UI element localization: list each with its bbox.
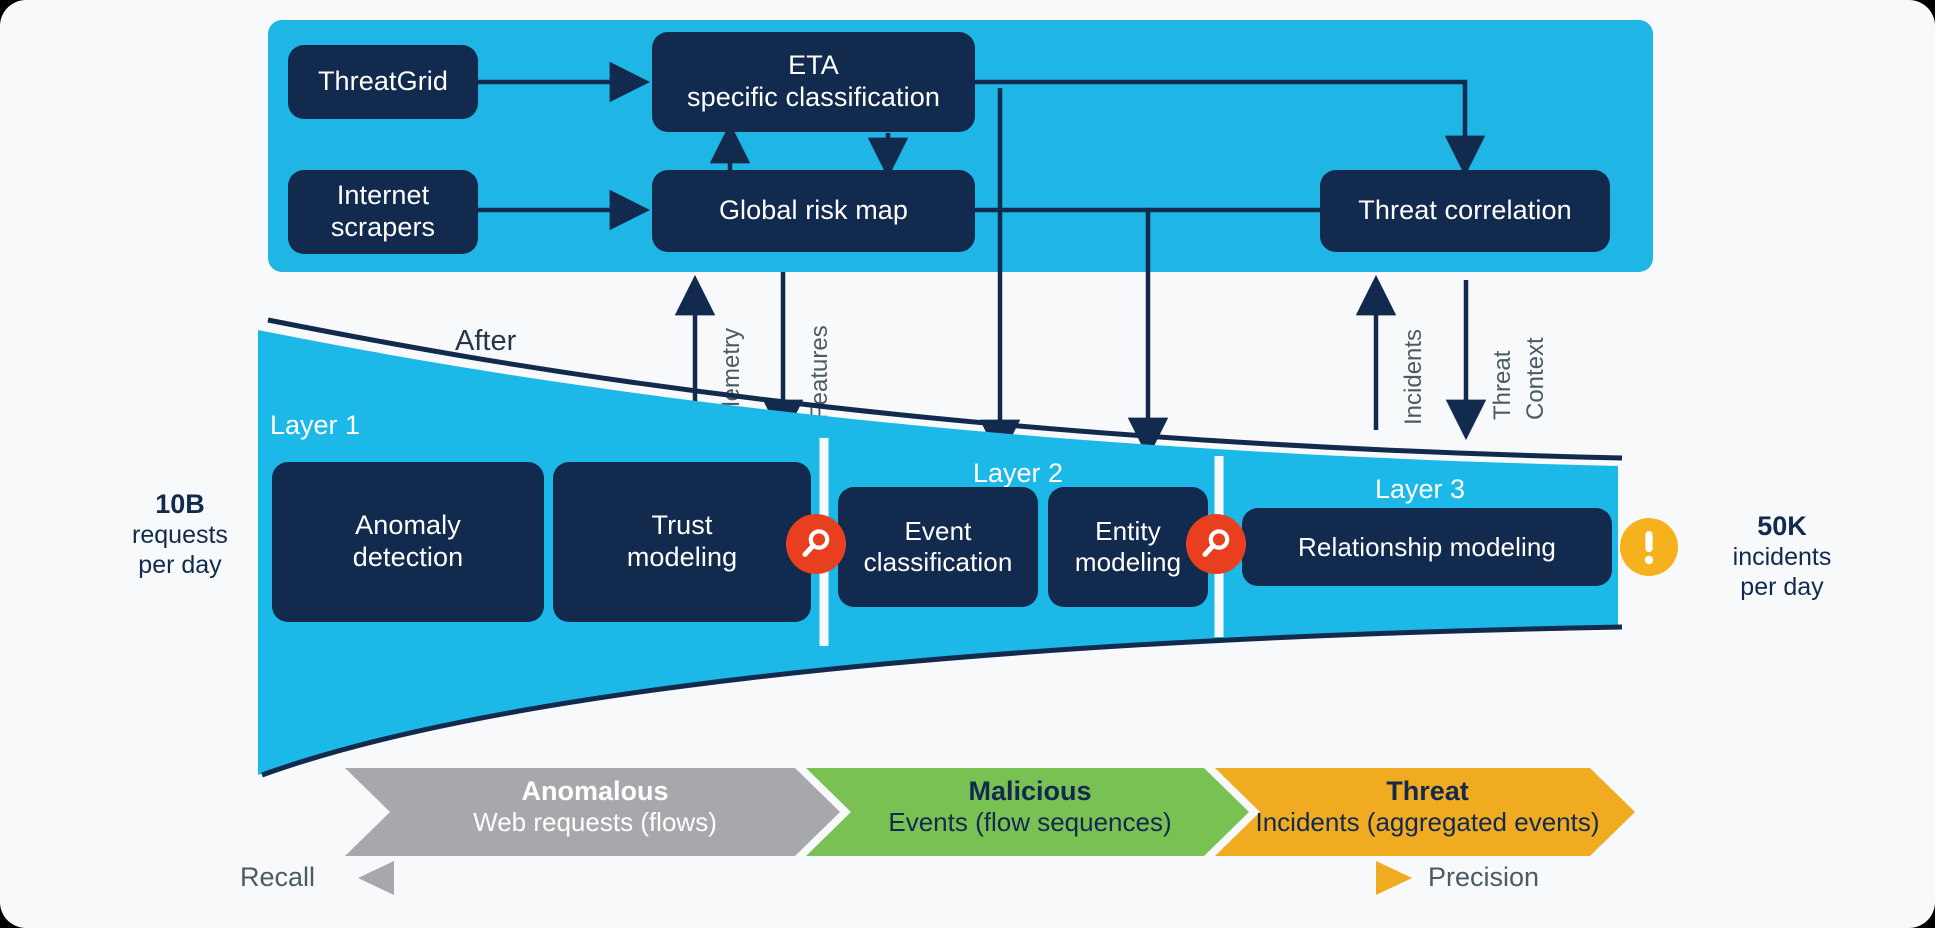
metric-right-line1: incidents bbox=[1732, 543, 1832, 572]
node-threat-correlation[interactable]: Threat correlation bbox=[1320, 170, 1610, 252]
chevron-subtitle-anomalous: Web requests (flows) bbox=[473, 807, 717, 838]
axis-label-precision: Precision bbox=[1428, 862, 1540, 892]
chevron-subtitle-malicious: Events (flow sequences) bbox=[888, 807, 1172, 838]
label-after: After bbox=[455, 325, 517, 357]
node-threat-correlation-label: Threat correlation bbox=[1358, 195, 1572, 226]
chevron-label-anomalous: Anomalous Web requests (flows) bbox=[390, 775, 800, 839]
metric-left: 10B requests per day bbox=[95, 488, 265, 580]
metric-right-line2: per day bbox=[1740, 573, 1824, 602]
box-entity-modeling[interactable]: Entity modeling bbox=[1048, 487, 1208, 607]
node-global-risk-map[interactable]: Global risk map bbox=[652, 170, 975, 252]
metric-right-value: 50K bbox=[1757, 511, 1807, 541]
node-eta-classification-label: ETA specific classification bbox=[687, 50, 940, 112]
box-anomaly-detection-label: Anomaly detection bbox=[352, 510, 464, 572]
box-trust-modeling[interactable]: Trust modeling bbox=[553, 462, 811, 622]
node-threatgrid-label: ThreatGrid bbox=[317, 66, 449, 97]
warning-icon bbox=[1620, 518, 1678, 576]
label-threat-context-2: Context bbox=[1522, 337, 1549, 420]
label-threat-context: Threat bbox=[1489, 350, 1516, 420]
magnifier-icon-2[interactable] bbox=[1186, 514, 1246, 574]
node-threatgrid[interactable]: ThreatGrid bbox=[288, 45, 478, 119]
node-global-risk-map-label: Global risk map bbox=[718, 195, 909, 226]
node-eta-classification[interactable]: ETA specific classification bbox=[652, 32, 975, 132]
chevron-title-anomalous: Anomalous bbox=[521, 776, 669, 806]
label-telemetry: Telemetry bbox=[718, 327, 745, 432]
box-trust-modeling-label: Trust modeling bbox=[626, 510, 738, 572]
chevron-subtitle-threat: Incidents (aggregated events) bbox=[1255, 807, 1600, 838]
label-features: Features bbox=[806, 325, 833, 420]
magnifier-glyph-2 bbox=[1202, 529, 1230, 557]
layer-tag-1: Layer 1 bbox=[270, 410, 361, 440]
magnifier-icon[interactable] bbox=[786, 514, 846, 574]
label-incidents: Incidents bbox=[1400, 328, 1427, 425]
chevron-label-malicious: Malicious Events (flow sequences) bbox=[845, 775, 1215, 839]
chevron-title-malicious: Malicious bbox=[968, 776, 1092, 806]
box-relationship-modeling[interactable]: Relationship modeling bbox=[1242, 508, 1612, 586]
warning-glyph bbox=[1644, 531, 1654, 565]
layer-tag-2: Layer 2 bbox=[973, 458, 1064, 488]
node-internet-scrapers[interactable]: Internet scrapers bbox=[288, 170, 478, 254]
chevron-label-threat: Threat Incidents (aggregated events) bbox=[1255, 775, 1600, 839]
axis-label-recall: Recall bbox=[240, 862, 316, 892]
metric-left-line2: per day bbox=[138, 551, 222, 580]
metric-right: 50K incidents per day bbox=[1692, 510, 1872, 602]
box-relationship-modeling-label: Relationship modeling bbox=[1298, 531, 1556, 562]
layer-tag-3: Layer 3 bbox=[1375, 474, 1466, 504]
node-internet-scrapers-label: Internet scrapers bbox=[330, 180, 436, 242]
diagram-root: ThreatGrid Internet scrapers ETA specific … bbox=[0, 0, 1935, 928]
metric-left-line1: requests bbox=[132, 521, 228, 550]
magnifier-glyph bbox=[802, 529, 830, 557]
metric-left-value: 10B bbox=[155, 489, 205, 519]
box-anomaly-detection[interactable]: Anomaly detection bbox=[272, 462, 544, 622]
box-event-classification[interactable]: Event classification bbox=[838, 487, 1038, 607]
box-event-classification-label: Event classification bbox=[863, 516, 1013, 577]
box-entity-modeling-label: Entity modeling bbox=[1074, 516, 1182, 577]
chevron-title-threat: Threat bbox=[1386, 776, 1469, 806]
